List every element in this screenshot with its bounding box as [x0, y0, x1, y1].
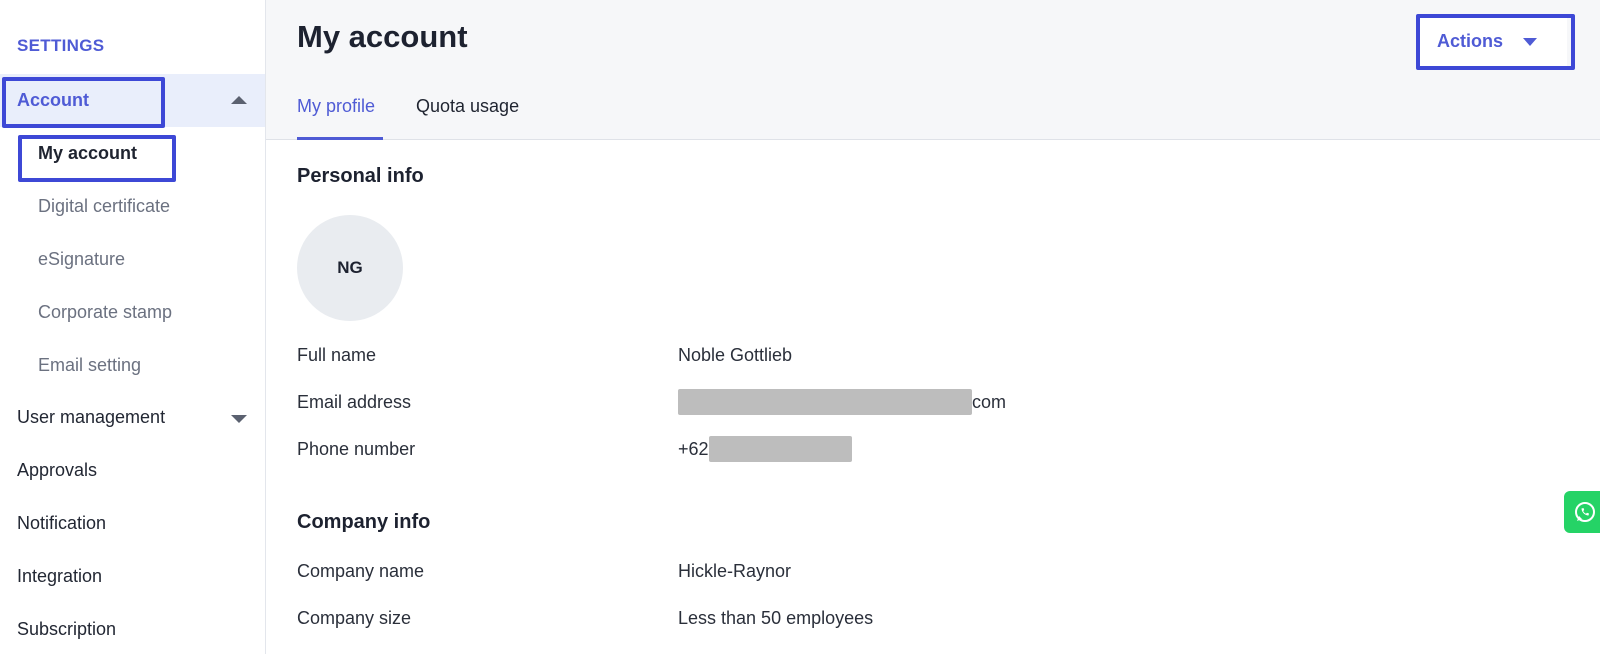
tab-my-profile[interactable]: My profile: [297, 96, 375, 117]
company-name-label: Company name: [297, 561, 425, 581]
company-size-value: Less than 50 employees: [678, 608, 874, 628]
sidebar-item-notification-label: Notification: [17, 513, 107, 533]
caret-down-icon: [1523, 38, 1537, 46]
phone-prefix: +62: [678, 438, 709, 459]
sidebar-item-integration[interactable]: Integration: [0, 550, 265, 603]
phone-value: +62: [678, 436, 852, 462]
company-size-label: Company size: [297, 608, 412, 628]
sidebar-item-notification[interactable]: Notification: [0, 497, 265, 550]
sidebar-item-integration-label: Integration: [17, 566, 103, 586]
sidebar-item-account[interactable]: Account: [0, 74, 265, 127]
sidebar-subitem-digital-certificate[interactable]: Digital certificate: [38, 196, 170, 217]
full-name-label: Full name: [297, 345, 377, 365]
sidebar-item-approvals[interactable]: Approvals: [0, 444, 265, 497]
main-content: My account Actions My profile Quota usag…: [266, 0, 1600, 654]
page-header: My account Actions My profile Quota usag…: [266, 0, 1600, 140]
sidebar-subitem-corporate-stamp[interactable]: Corporate stamp: [38, 302, 172, 323]
sidebar-item-subscription-label: Subscription: [17, 619, 117, 639]
whatsapp-chat-button[interactable]: [1564, 491, 1600, 533]
page-title: My account: [297, 19, 468, 54]
sidebar-item-user-management[interactable]: User management: [0, 391, 265, 444]
full-name-value: Noble Gottlieb: [678, 345, 793, 365]
avatar-initials: NG: [337, 258, 363, 277]
tab-quota-usage[interactable]: Quota usage: [416, 96, 519, 117]
sidebar-item-user-management-label: User management: [17, 407, 166, 427]
sidebar-item-approvals-label: Approvals: [17, 460, 98, 480]
company-name-value: Hickle-Raynor: [678, 561, 792, 581]
active-tab-indicator: [297, 137, 383, 140]
actions-button-label: Actions: [1437, 30, 1504, 51]
chevron-up-icon[interactable]: [231, 95, 247, 104]
company-info-title: Company info: [297, 511, 431, 533]
sidebar-item-account-label: Account: [17, 90, 89, 110]
sidebar-item-subscription[interactable]: Subscription: [0, 603, 265, 654]
sidebar-heading: SETTINGS: [17, 36, 105, 55]
sidebar-subitem-esignature[interactable]: eSignature: [38, 249, 125, 270]
whatsapp-icon: [1575, 502, 1595, 522]
phone-redaction: [708, 436, 852, 462]
email-label: Email address: [297, 392, 412, 412]
email-suffix: com: [972, 391, 1007, 412]
avatar: NG: [297, 215, 403, 321]
sidebar-subitem-my-account[interactable]: My account: [38, 143, 137, 164]
email-redaction: [678, 389, 972, 415]
personal-info-title: Personal info: [297, 165, 424, 187]
sidebar-subitem-email-setting[interactable]: Email setting: [38, 355, 141, 376]
chevron-down-icon[interactable]: [231, 414, 247, 423]
email-value: com: [678, 389, 1006, 415]
phone-label: Phone number: [297, 439, 416, 459]
settings-sidebar: SETTINGS Account My account Digital cert…: [0, 0, 266, 654]
actions-button[interactable]: Actions: [1417, 16, 1567, 66]
settings-app: SETTINGS Account My account Digital cert…: [0, 0, 1600, 654]
